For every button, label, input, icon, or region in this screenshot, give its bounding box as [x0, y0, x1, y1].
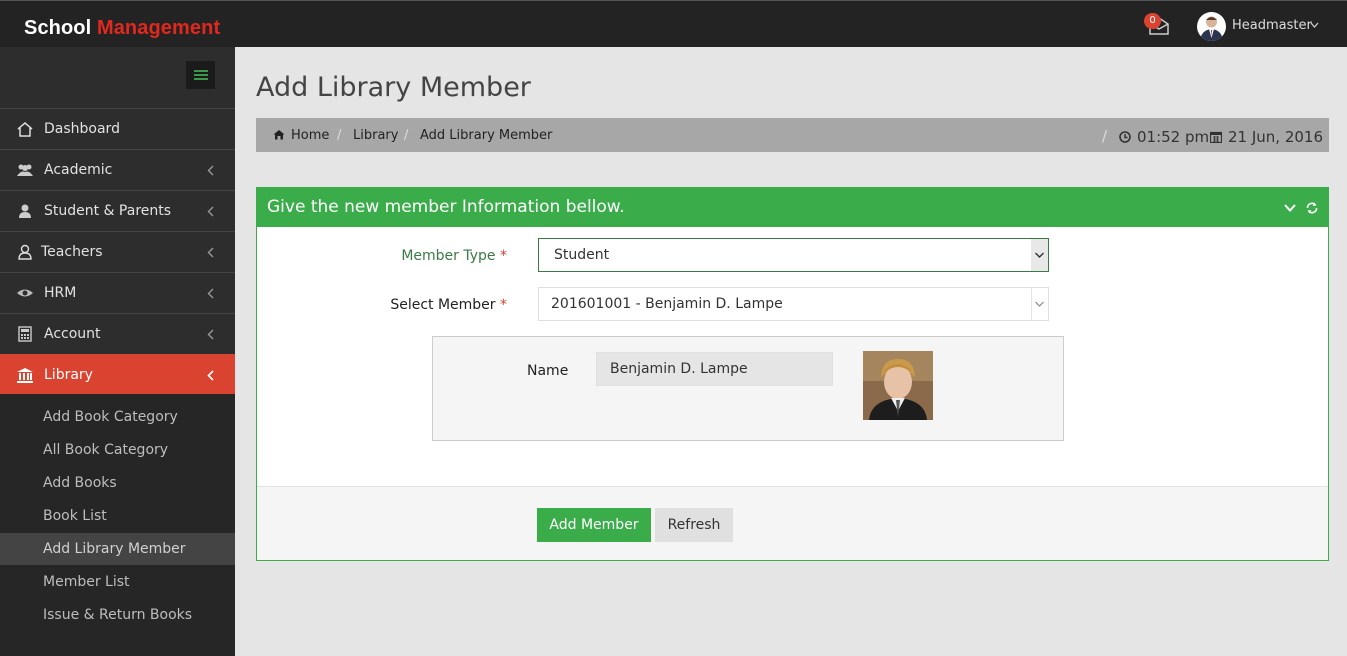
- calculator-icon: [18, 326, 32, 342]
- library-submenu: Add Book Category All Book Category Add …: [0, 394, 235, 656]
- page-title: Add Library Member: [256, 72, 531, 103]
- member-type-value: Student: [554, 247, 610, 263]
- sidebar-item-dashboard[interactable]: Dashboard: [0, 108, 235, 149]
- chevron-down-icon: [1031, 239, 1048, 271]
- calendar-icon: [1210, 131, 1222, 143]
- sidebar-item-teachers[interactable]: Teachers: [0, 231, 235, 272]
- sidebar-item-academic[interactable]: Academic: [0, 149, 235, 190]
- chevron-left-icon: [207, 165, 214, 176]
- breadcrumb-separator: /: [404, 128, 409, 143]
- submenu-item-add-book-category[interactable]: Add Book Category: [0, 401, 235, 433]
- sidebar-item-label: Account: [44, 326, 101, 342]
- sidebar-item-label: Academic: [44, 162, 113, 178]
- refresh-button[interactable]: Refresh: [655, 508, 733, 542]
- add-member-button[interactable]: Add Member: [537, 508, 651, 542]
- submenu-item-book-list[interactable]: Book List: [0, 500, 235, 532]
- breadcrumb: Home / Library / Add Library Member / 01…: [256, 118, 1329, 152]
- sidebar-item-label: Library: [44, 367, 93, 383]
- mail-count-badge: 0: [1144, 13, 1161, 29]
- chevron-down-icon: [1031, 288, 1044, 320]
- submenu-item-add-library-member[interactable]: Add Library Member: [0, 533, 235, 565]
- member-info-card: Name Benjamin D. Lampe: [432, 336, 1064, 441]
- chevron-left-icon: [207, 329, 214, 340]
- sidebar-item-library[interactable]: Library: [0, 354, 235, 394]
- breadcrumb-home[interactable]: Home: [291, 128, 329, 143]
- submenu-item-issue-return-books[interactable]: Issue & Return Books: [0, 599, 235, 631]
- breadcrumb-current: Add Library Member: [420, 128, 553, 143]
- sidebar-item-label: HRM: [44, 285, 77, 301]
- refresh-icon[interactable]: [1305, 202, 1319, 214]
- sidebar-item-label: Teachers: [41, 244, 103, 260]
- breadcrumb-library[interactable]: Library: [353, 128, 398, 143]
- sidebar-item-student-parents[interactable]: Student & Parents: [0, 190, 235, 231]
- member-type-label: Member Type *: [401, 248, 507, 264]
- user-avatar[interactable]: [1197, 12, 1226, 41]
- member-type-select[interactable]: Student: [538, 238, 1049, 272]
- member-photo: [863, 351, 933, 420]
- brand-part-1: School: [24, 17, 92, 39]
- eye-icon: [17, 289, 33, 297]
- users-icon: [17, 164, 33, 176]
- breadcrumb-separator: /: [1102, 127, 1108, 145]
- home-icon: [17, 122, 33, 137]
- bank-icon: [17, 368, 33, 383]
- brand-part-2: Management: [96, 17, 221, 39]
- name-label: Name: [527, 363, 569, 379]
- chevron-left-icon: [207, 288, 214, 299]
- user-name[interactable]: Headmaster: [1232, 18, 1312, 33]
- member-name-field: Benjamin D. Lampe: [596, 352, 833, 386]
- user-icon: [19, 204, 31, 218]
- breadcrumb-separator: /: [337, 128, 342, 143]
- add-member-panel: Give the new member Information bellow. …: [256, 187, 1329, 561]
- chevron-down-icon[interactable]: [1310, 22, 1319, 28]
- teacher-icon: [18, 244, 32, 260]
- sidebar-item-label: Dashboard: [44, 121, 120, 137]
- chevron-left-icon: [207, 370, 214, 381]
- select-member-value: 201601001 - Benjamin D. Lampe: [551, 296, 783, 312]
- panel-title: Give the new member Information bellow.: [267, 197, 625, 217]
- clock-icon: [1119, 131, 1131, 143]
- sidebar-item-hrm[interactable]: HRM: [0, 272, 235, 313]
- panel-footer: Add Member Refresh: [257, 486, 1328, 560]
- submenu-item-add-books[interactable]: Add Books: [0, 467, 235, 499]
- submenu-item-all-book-category[interactable]: All Book Category: [0, 434, 235, 466]
- app-brand[interactable]: School Management: [24, 17, 220, 40]
- current-time: 01:52 pm: [1137, 128, 1210, 146]
- chevron-left-icon: [207, 206, 214, 217]
- select-member-dropdown[interactable]: 201601001 - Benjamin D. Lampe: [538, 287, 1049, 321]
- sidebar-item-label: Student & Parents: [44, 203, 172, 219]
- collapse-icon[interactable]: [1283, 202, 1297, 214]
- chevron-left-icon: [207, 247, 214, 258]
- sidebar-item-account[interactable]: Account: [0, 313, 235, 354]
- submenu-item-member-list[interactable]: Member List: [0, 566, 235, 598]
- panel-header: Give the new member Information bellow.: [257, 188, 1328, 227]
- sidebar: Dashboard Academic Student & Parents Tea…: [0, 47, 235, 656]
- top-navbar: School Management 0 Headmaster: [0, 0, 1347, 47]
- home-icon: [273, 130, 285, 140]
- select-member-label: Select Member *: [390, 297, 507, 313]
- current-date: 21 Jun, 2016: [1228, 128, 1324, 146]
- sidebar-toggle-button[interactable]: [186, 61, 215, 89]
